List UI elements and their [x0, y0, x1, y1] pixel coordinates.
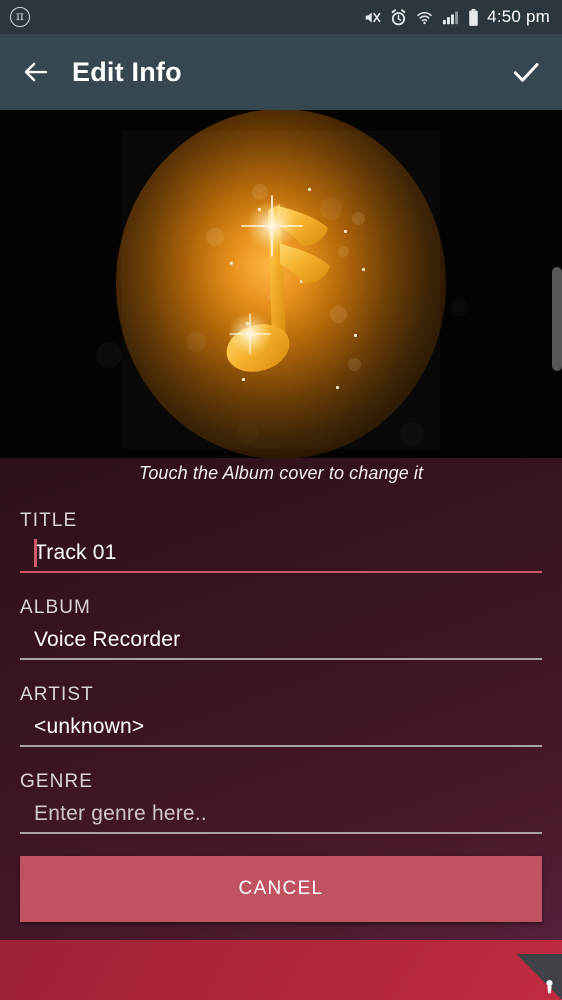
back-button[interactable] — [0, 57, 72, 87]
app-screen: π 4:50 pm Edit Info Touch the Album cove… — [0, 0, 562, 1000]
status-bar-left: π — [10, 7, 30, 27]
mute-icon — [365, 11, 381, 23]
page-title: Edit Info — [72, 56, 182, 87]
music-note-icon — [206, 174, 356, 394]
edit-info-form: Touch the Album cover to change it TITLE… — [0, 458, 562, 940]
field-album-label: ALBUM — [20, 597, 91, 618]
bottom-bar — [0, 940, 562, 1000]
bokeh-dot — [96, 342, 122, 368]
field-artist-label: ARTIST — [20, 684, 94, 705]
field-album[interactable]: ALBUM Voice Recorder — [20, 597, 542, 660]
field-genre[interactable]: GENRE Enter genre here.. — [20, 771, 542, 834]
text-caret — [34, 539, 37, 567]
corner-handle[interactable] — [516, 954, 562, 1000]
field-title[interactable]: TITLE Track 01 — [20, 510, 542, 573]
bokeh-dot — [186, 332, 206, 352]
sparkle-dot — [362, 268, 365, 271]
status-bar-clock: 4:50 pm — [487, 7, 550, 26]
alarm-icon — [391, 8, 406, 25]
status-bar: π 4:50 pm — [0, 0, 562, 34]
field-artist[interactable]: ARTIST <unknown> — [20, 684, 542, 747]
field-title-label: TITLE — [20, 510, 78, 531]
signal-icon — [443, 11, 459, 24]
bokeh-dot — [450, 298, 468, 316]
keyhole-icon — [546, 980, 553, 994]
wifi-icon — [417, 11, 432, 24]
artist-input[interactable]: <unknown> — [20, 715, 542, 747]
status-bar-right: 4:50 pm — [363, 7, 550, 27]
bokeh-dot — [236, 422, 258, 444]
album-cover[interactable] — [0, 110, 562, 458]
pi-circle-icon: π — [10, 7, 30, 27]
app-bar: Edit Info — [0, 34, 562, 110]
field-genre-label: GENRE — [20, 771, 94, 792]
album-cover-hint: Touch the Album cover to change it — [138, 463, 424, 483]
title-input[interactable]: Track 01 — [20, 539, 542, 573]
album-input[interactable]: Voice Recorder — [20, 628, 542, 660]
title-input-value: Track 01 — [34, 541, 117, 564]
back-arrow-icon — [24, 62, 48, 82]
save-button[interactable] — [490, 55, 562, 89]
genre-input[interactable]: Enter genre here.. — [20, 802, 542, 834]
album-input-value: Voice Recorder — [34, 628, 181, 651]
battery-icon — [469, 8, 478, 26]
cancel-button[interactable]: CANCEL — [20, 856, 542, 922]
artist-input-value: <unknown> — [34, 715, 145, 738]
bokeh-dot — [400, 422, 424, 446]
genre-input-placeholder: Enter genre here.. — [34, 802, 207, 825]
checkmark-icon — [513, 63, 539, 82]
scrollbar-thumb[interactable] — [552, 267, 562, 371]
